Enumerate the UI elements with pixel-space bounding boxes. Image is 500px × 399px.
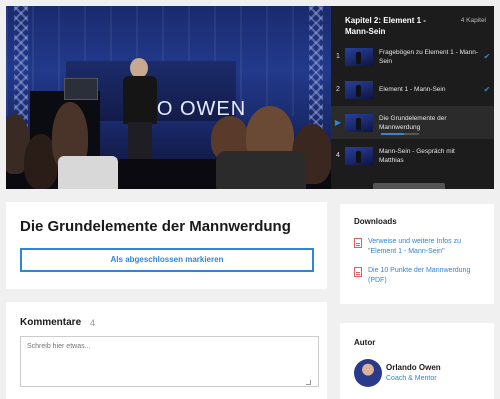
playlist-item-2[interactable]: 2 Element 1 - Mann-Sein ✔ xyxy=(331,73,494,106)
author-name[interactable]: Orlando Owen xyxy=(386,363,441,372)
check-icon: ✔ xyxy=(483,52,491,61)
comments-card: Kommentare 4 xyxy=(6,302,327,399)
author-section-title: Autor xyxy=(354,338,376,347)
item-label: Element 1 - Mann-Sein xyxy=(379,86,446,93)
item-thumbnail xyxy=(345,146,373,165)
audience-member xyxy=(58,156,118,189)
download-item[interactable]: Die 10 Punkte der Mannwerdung (PDF) xyxy=(354,266,488,286)
author-role: Coach & Mentor xyxy=(386,375,437,382)
item-thumbnail xyxy=(345,80,373,99)
item-number: 4 xyxy=(336,152,340,159)
playlist-scroll-button[interactable] xyxy=(373,183,445,189)
resize-grip-icon[interactable] xyxy=(306,380,311,385)
download-link[interactable]: Die 10 Punkte der Mannwerdung (PDF) xyxy=(368,266,488,286)
item-progress-bar xyxy=(381,133,419,135)
comment-input[interactable] xyxy=(20,336,319,387)
playlist-item-4[interactable]: 4 Mann-Sein - Gespräch mit Matthias xyxy=(331,139,494,172)
video-player[interactable]: NDO OWEN xyxy=(6,6,331,189)
download-link[interactable]: Verweise und weitere Infos zu "Element 1… xyxy=(368,237,488,257)
pdf-file-icon xyxy=(354,238,362,248)
item-number: 1 xyxy=(336,53,340,60)
mark-complete-button[interactable]: Als abgeschlossen markieren xyxy=(20,248,314,272)
playlist-item-3[interactable]: ▶ Die Grundelemente der Mannwerdung xyxy=(331,106,494,139)
comments-title: Kommentare xyxy=(20,317,82,328)
avatar[interactable] xyxy=(354,359,382,387)
author-card: Autor Orlando Owen Coach & Mentor xyxy=(340,323,494,399)
laptop xyxy=(64,78,98,100)
downloads-title: Downloads xyxy=(354,217,397,226)
item-thumbnail xyxy=(345,47,373,66)
item-thumbnail xyxy=(345,113,373,132)
chapter-title: Kapitel 2: Element 1 - Mann-Sein xyxy=(345,16,426,36)
play-indicator-icon: ▶ xyxy=(334,118,342,127)
download-item[interactable]: Verweise und weitere Infos zu "Element 1… xyxy=(354,237,488,257)
audience-member xyxy=(216,151,306,189)
lesson-card: Die Grundelemente der Mannwerdung Als ab… xyxy=(6,202,327,289)
playlist-header: Kapitel 2: Element 1 - Mann-Sein 4 Kapit… xyxy=(331,6,494,40)
item-number: 2 xyxy=(336,86,340,93)
lesson-title: Die Grundelemente der Mannwerdung xyxy=(20,218,291,235)
downloads-card: Downloads Verweise und weitere Infos zu … xyxy=(340,204,494,304)
playlist-item-1[interactable]: 1 Fragebögen zu Element 1 - Mann-Sein ✔ xyxy=(331,40,494,73)
item-label: Fragebögen zu Element 1 - Mann-Sein xyxy=(379,48,478,65)
comments-count: 4 xyxy=(90,318,96,328)
chapter-count: 4 Kapitel xyxy=(460,17,486,24)
chapter-playlist: Kapitel 2: Element 1 - Mann-Sein 4 Kapit… xyxy=(331,6,494,189)
item-label: Die Grundelemente der Mannwerdung xyxy=(379,114,447,131)
item-label: Mann-Sein - Gespräch mit Matthias xyxy=(379,147,455,164)
check-icon: ✔ xyxy=(483,85,491,94)
pdf-file-icon xyxy=(354,267,362,277)
